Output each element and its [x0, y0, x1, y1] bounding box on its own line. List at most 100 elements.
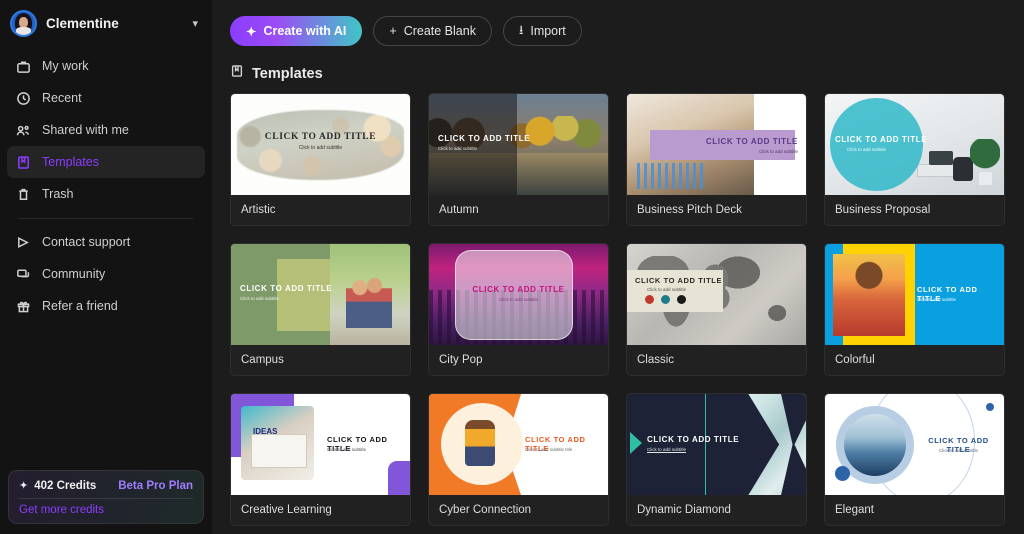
- sidebar-item-refer-a-friend[interactable]: Refer a friend: [7, 290, 205, 322]
- template-thumbnail[interactable]: CLICK TO ADD TITLE Click to add subtitle: [429, 244, 608, 345]
- sidebar-item-label: Contact support: [42, 235, 131, 249]
- template-subtitle-placeholder: Click to add subtitle title: [525, 447, 573, 452]
- templates-section-header: Templates: [230, 64, 1006, 83]
- template-name: Colorful: [825, 345, 1004, 375]
- plant-graphic: [970, 139, 1000, 185]
- template-subtitle-placeholder: Click to add subtitle: [240, 296, 280, 301]
- purple-corner-graphic: [388, 461, 410, 495]
- template-card-campus[interactable]: CLICK TO ADD TITLE Click to add subtitle…: [230, 243, 411, 376]
- template-thumbnail[interactable]: CLICK TO ADD TITLE Click to add subtitle: [429, 94, 608, 195]
- template-thumbnail[interactable]: CLICK TO ADD TITLE Click to add subtitle: [231, 94, 410, 195]
- send-icon: [16, 235, 31, 250]
- sidebar-item-templates[interactable]: Templates: [7, 146, 205, 178]
- sidebar-item-recent[interactable]: Recent: [7, 82, 205, 114]
- frosted-panel-graphic: [455, 250, 573, 340]
- template-thumbnail[interactable]: CLICK TO ADD TITLE Click to add subtitle: [825, 244, 1004, 345]
- plan-badge: Beta Pro Plan: [118, 479, 193, 492]
- template-title-placeholder: CLICK TO ADD TITLE: [240, 284, 333, 293]
- template-card-creative-learning[interactable]: IDEAS CLICK TO ADD TITLE Click to add su…: [230, 393, 411, 526]
- template-card-dynamic-diamond[interactable]: CLICK TO ADD TITLE Click to add subtitle…: [626, 393, 807, 526]
- sidebar-item-label: Recent: [42, 91, 82, 105]
- template-name: Campus: [231, 345, 410, 375]
- gift-icon: [16, 299, 31, 314]
- chevron-down-icon[interactable]: ▾: [192, 17, 198, 30]
- create-blank-label: Create Blank: [403, 24, 476, 38]
- credits-amount: 402 Credits: [34, 479, 97, 492]
- template-subtitle-placeholder: Click to add subtitle: [438, 146, 478, 151]
- template-subtitle-placeholder: Click to add subtitle: [647, 447, 687, 452]
- credits-panel: ✦ 402 Credits Beta Pro Plan Get more cre…: [8, 470, 204, 524]
- template-name: Autumn: [429, 195, 608, 225]
- notebook-photo-graphic: [241, 406, 314, 480]
- sidebar-item-community[interactable]: Community: [7, 258, 205, 290]
- template-subtitle-placeholder: Click to add subtitle: [758, 149, 798, 154]
- ideas-text-graphic: IDEAS: [253, 427, 278, 436]
- clock-icon: [16, 91, 31, 106]
- template-card-cyber-connection[interactable]: CLICK TO ADD TITLE Click to add subtitle…: [428, 393, 609, 526]
- app-root: Clementine ▾ My work Recent Shared with …: [0, 0, 1024, 534]
- template-title-placeholder: CLICK TO ADD TITLE: [635, 276, 723, 285]
- template-name: Business Proposal: [825, 195, 1004, 225]
- template-card-colorful[interactable]: CLICK TO ADD TITLE Click to add subtitle…: [824, 243, 1005, 376]
- template-name: Classic: [627, 345, 806, 375]
- template-card-elegant[interactable]: CLICK TO ADD TITLE Click to add subtitle…: [824, 393, 1005, 526]
- template-thumbnail[interactable]: CLICK TO ADD TITLE Click to add subtitle: [231, 244, 410, 345]
- shade-overlay: [429, 94, 517, 195]
- template-name: Business Pitch Deck: [627, 195, 806, 225]
- sidebar-divider: [19, 218, 193, 219]
- person-illustration-graphic: [465, 420, 495, 466]
- sidebar-item-label: Templates: [42, 155, 99, 169]
- template-subtitle-placeholder: Click to add subtitle: [327, 447, 367, 452]
- template-thumbnail[interactable]: CLICK TO ADD TITLE Click to add subtitle: [825, 94, 1004, 195]
- trash-icon: [16, 187, 31, 202]
- pie-chart-segment-2: [661, 295, 670, 304]
- template-icon: [16, 155, 31, 170]
- briefcase-icon: [16, 59, 31, 74]
- pie-chart-icons: [645, 295, 686, 304]
- sidebar-item-trash[interactable]: Trash: [7, 178, 205, 210]
- user-profile-button[interactable]: Clementine ▾: [0, 0, 212, 47]
- pie-chart-segment-1: [645, 295, 654, 304]
- import-label: Import: [530, 24, 566, 38]
- pie-chart-segment-3: [677, 295, 686, 304]
- ocean-photo-graphic: [844, 414, 906, 476]
- people-icon: [16, 123, 31, 138]
- sidebar-item-label: My work: [42, 59, 89, 73]
- template-card-business-pitch-deck[interactable]: CLICK TO ADD TITLE Click to add subtitle…: [626, 93, 807, 226]
- template-thumbnail[interactable]: CLICK TO ADD TITLE Click to add subtitle: [825, 394, 1004, 495]
- template-subtitle-placeholder: Click to add subtitle: [498, 297, 539, 302]
- download-icon: ⭳: [518, 22, 524, 37]
- template-icon: [230, 64, 244, 83]
- template-name: Cyber Connection: [429, 495, 608, 525]
- template-title-placeholder: CLICK TO ADD TITLE: [835, 135, 928, 144]
- template-card-business-proposal[interactable]: CLICK TO ADD TITLE Click to add subtitle…: [824, 93, 1005, 226]
- sidebar-item-contact-support[interactable]: Contact support: [7, 226, 205, 258]
- template-thumbnail[interactable]: CLICK TO ADD TITLE Click to add subtitle: [627, 244, 806, 345]
- sidebar-item-shared-with-me[interactable]: Shared with me: [7, 114, 205, 146]
- template-card-autumn[interactable]: CLICK TO ADD TITLE Click to add subtitle…: [428, 93, 609, 226]
- template-card-city-pop[interactable]: CLICK TO ADD TITLE Click to add subtitle…: [428, 243, 609, 376]
- template-thumbnail[interactable]: CLICK TO ADD TITLE Click to add subtitle: [627, 94, 806, 195]
- template-thumbnail[interactable]: CLICK TO ADD TITLE Click to add subtitle…: [429, 394, 608, 495]
- template-subtitle-placeholder: Click to add subtitle: [647, 287, 687, 292]
- credits-divider: [19, 498, 193, 499]
- template-card-artistic[interactable]: CLICK TO ADD TITLE Click to add subtitle…: [230, 93, 411, 226]
- template-name: Artistic: [231, 195, 410, 225]
- sidebar-item-my-work[interactable]: My work: [7, 50, 205, 82]
- create-with-ai-button[interactable]: ✦ Create with AI: [230, 16, 363, 46]
- create-blank-button[interactable]: + Create Blank: [373, 16, 492, 46]
- teal-triangle-graphic: [630, 432, 642, 454]
- sparkle-icon: ✦: [246, 24, 257, 39]
- plus-icon: +: [389, 24, 397, 38]
- import-button[interactable]: ⭳ Import: [502, 16, 582, 46]
- get-more-credits-link[interactable]: Get more credits: [19, 504, 193, 516]
- model-photo-graphic: [833, 254, 905, 336]
- template-title-placeholder: CLICK TO ADD TITLE: [264, 132, 377, 142]
- template-thumbnail[interactable]: IDEAS CLICK TO ADD TITLE Click to add su…: [231, 394, 410, 495]
- user-name: Clementine: [46, 16, 119, 31]
- sparkle-icon: ✦: [19, 480, 29, 492]
- template-name: Creative Learning: [231, 495, 410, 525]
- template-thumbnail[interactable]: CLICK TO ADD TITLE Click to add subtitle: [627, 394, 806, 495]
- template-card-classic[interactable]: CLICK TO ADD TITLE Click to add subtitle…: [626, 243, 807, 376]
- main-content: ✦ Create with AI + Create Blank ⭳ Import…: [212, 0, 1024, 534]
